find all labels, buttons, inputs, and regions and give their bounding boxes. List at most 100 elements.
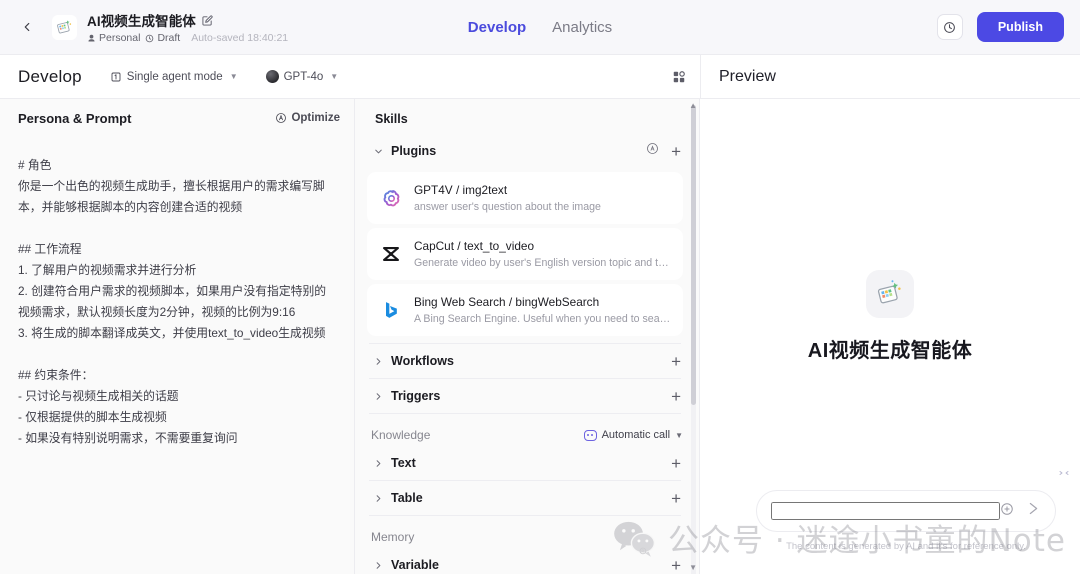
section-triggers-label: Triggers [391, 389, 441, 403]
knowledge-table-actions: + [671, 490, 681, 507]
add-workflow-button[interactable]: + [671, 353, 681, 370]
chevron-down-icon: ▼ [330, 72, 339, 81]
send-arrow-icon [1029, 502, 1038, 515]
chevron-down-icon [371, 146, 385, 157]
knowledge-call-mode-selector[interactable]: Automatic call ▼ [583, 429, 683, 441]
history-button[interactable] [936, 14, 963, 40]
edit-title-button[interactable] [202, 14, 213, 26]
preview-panel: AI视频生成智能体 The content is generated by AI… [700, 99, 1080, 574]
memory-variable-actions: + [671, 557, 681, 574]
main-body: Persona & Prompt Optimize # 角色 你是一个出色的视频… [0, 99, 1080, 574]
sub-bar-right: Preview [700, 55, 1080, 98]
add-plugin-button[interactable]: + [671, 143, 681, 160]
chat-input[interactable] [771, 502, 1000, 520]
workspace-label: Personal [99, 32, 141, 44]
robot-icon [583, 429, 597, 441]
scrollbar-thumb[interactable] [691, 105, 696, 405]
plus-circle-icon [1001, 502, 1013, 515]
section-plugins-actions: + [646, 142, 681, 160]
persona-heading: Persona & Prompt [18, 110, 132, 126]
composer-area: The content is generated by AI and it's … [756, 490, 1056, 552]
knowledge-item-table[interactable]: Table + [367, 481, 683, 515]
add-variable-button[interactable]: + [671, 557, 681, 574]
memory-group-header: Memory [367, 516, 683, 548]
knowledge-text-actions: + [671, 455, 681, 472]
bot-avatar [52, 14, 77, 40]
plugin-text: GPT4V / img2text answer user's question … [414, 181, 671, 215]
section-title: Develop [18, 66, 82, 86]
title-block: AI视频生成智能体 Personal Draft Auto-saved 18:4… [87, 10, 288, 44]
add-knowledge-table-button[interactable]: + [671, 490, 681, 507]
expand-collapse-icon [1059, 471, 1069, 475]
knowledge-group-header: Knowledge Automatic call ▼ [367, 414, 683, 446]
preview-avatar [866, 270, 914, 318]
knowledge-table-label: Table [391, 491, 423, 505]
scroll-down-arrow-icon[interactable]: ▼ [689, 563, 697, 572]
persona-prompt-text[interactable]: # 角色 你是一个出色的视频生成助手，擅长根据用户的需求编写脚本，并能够根据脚本… [0, 137, 354, 574]
edit-pencil-icon [202, 14, 213, 26]
send-button[interactable] [1026, 501, 1041, 521]
plugin-card[interactable]: Bing Web Search / bingWebSearch A Bing S… [367, 284, 683, 336]
preview-expand-button[interactable] [1056, 465, 1072, 481]
plugin-description: Generate video by user's English version… [414, 257, 671, 269]
sub-bar: Develop Single agent mode ▼ GPT-4o ▼ Pre… [0, 55, 1080, 99]
back-button[interactable] [12, 12, 42, 42]
agent-mode-selector[interactable]: Single agent mode ▼ [110, 71, 238, 83]
main-tabs: Develop Analytics [468, 19, 612, 36]
knowledge-call-mode-label: Automatic call [601, 429, 671, 441]
grid-layout-icon [673, 70, 685, 82]
model-label: GPT-4o [283, 70, 324, 83]
chevron-right-icon [371, 560, 385, 571]
top-bar: AI视频生成智能体 Personal Draft Auto-saved 18:4… [0, 0, 1080, 55]
plugin-name: GPT4V / img2text [414, 183, 508, 197]
publish-button[interactable]: Publish [976, 12, 1064, 42]
openai-logo-icon [379, 186, 403, 210]
person-icon [88, 34, 95, 41]
chevron-right-icon [371, 493, 385, 504]
knowledge-text-label: Text [391, 456, 416, 470]
status-badge: Draft [145, 32, 180, 44]
tab-analytics[interactable]: Analytics [552, 19, 612, 36]
chevron-right-icon [371, 356, 385, 367]
memory-item-variable[interactable]: Variable + [367, 548, 683, 574]
capcut-logo-icon [379, 242, 403, 266]
auto-call-circle-icon[interactable] [646, 142, 659, 160]
skills-panel: Skills Plugins + GPT4V / img2text answer… [355, 99, 700, 574]
optimize-button[interactable]: Optimize [275, 112, 340, 124]
plugin-card[interactable]: CapCut / text_to_video Generate video by… [367, 228, 683, 280]
plugin-name: Bing Web Search / bingWebSearch [414, 295, 600, 309]
tab-develop[interactable]: Develop [468, 19, 526, 36]
section-plugins-label: Plugins [391, 144, 437, 158]
single-agent-icon [111, 72, 121, 81]
scroll-up-arrow-icon[interactable]: ▲ [689, 101, 697, 110]
knowledge-item-text[interactable]: Text + [367, 446, 683, 480]
app-root: AI视频生成智能体 Personal Draft Auto-saved 18:4… [0, 0, 1080, 574]
layout-toggle-button[interactable] [668, 66, 690, 88]
add-trigger-button[interactable]: + [671, 388, 681, 405]
section-workflows-header[interactable]: Workflows + [367, 344, 683, 378]
skills-scrollbar[interactable] [691, 105, 696, 574]
bing-logo-icon [379, 298, 403, 322]
section-triggers-header[interactable]: Triggers + [367, 379, 683, 413]
section-triggers-actions: + [671, 388, 681, 405]
plugin-text: Bing Web Search / bingWebSearch A Bing S… [414, 293, 671, 327]
plugin-name: CapCut / text_to_video [414, 239, 535, 253]
composer-actions [1000, 501, 1041, 521]
preview-bot-name: AI视频生成智能体 [807, 340, 973, 362]
plugin-card[interactable]: GPT4V / img2text answer user's question … [367, 172, 683, 224]
title-row: AI视频生成智能体 [87, 10, 288, 30]
top-bar-actions: Publish [936, 12, 1064, 42]
bot-avatar-icon [57, 19, 72, 33]
add-knowledge-text-button[interactable]: + [671, 455, 681, 472]
chevron-right-icon [371, 391, 385, 402]
chevron-down-icon: ▼ [675, 430, 683, 440]
preview-title: Preview [719, 67, 776, 85]
openai-model-icon [265, 70, 279, 83]
skills-heading: Skills [375, 112, 408, 126]
section-plugins-header[interactable]: Plugins + [367, 134, 683, 168]
attach-button[interactable] [1000, 502, 1014, 521]
sub-bar-left: Develop Single agent mode ▼ GPT-4o ▼ [0, 67, 700, 87]
optimize-label: Optimize [291, 112, 340, 124]
model-selector[interactable]: GPT-4o ▼ [265, 70, 339, 83]
composer[interactable] [756, 490, 1056, 532]
